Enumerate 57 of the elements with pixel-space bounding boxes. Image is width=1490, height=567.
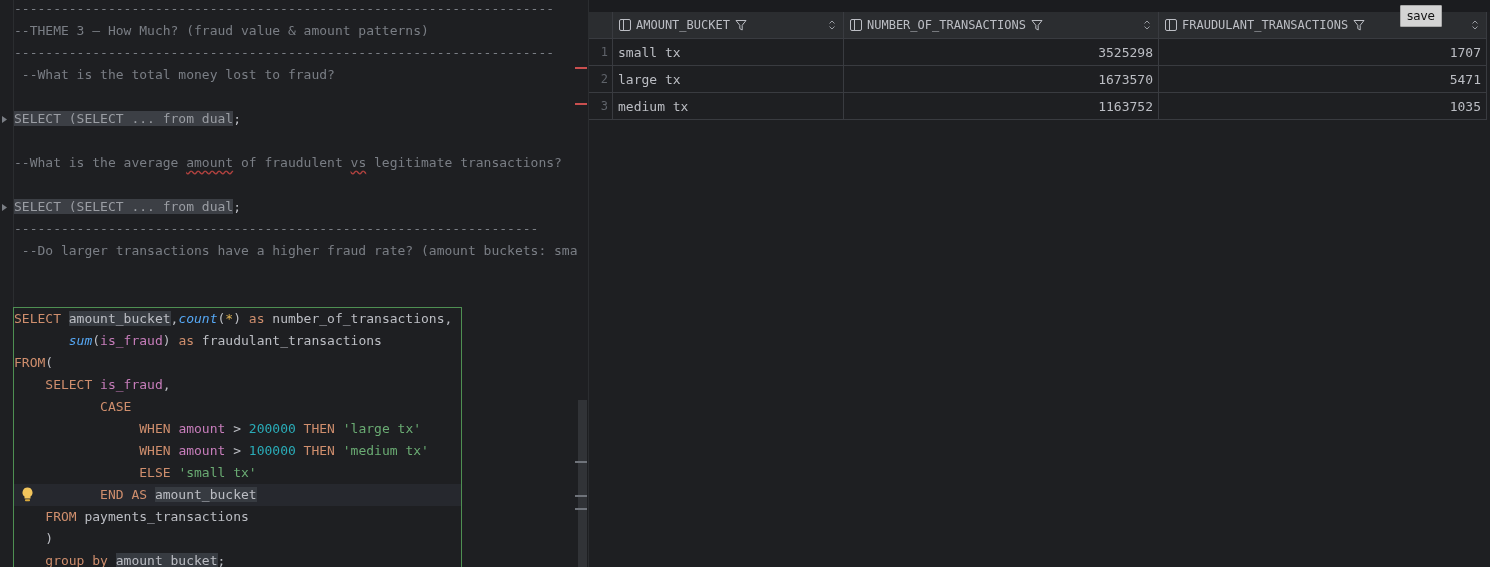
code-line: SELECT is_fraud, bbox=[44, 376, 171, 394]
sort-icon[interactable] bbox=[829, 20, 835, 30]
code-line: WHEN amount > 100000 THEN 'medium tx' bbox=[138, 442, 429, 460]
scroll-marker bbox=[575, 495, 587, 497]
code-line: sum(is_fraud) as fraudulant_transactions bbox=[67, 332, 382, 350]
code-line: SELECT amount_bucket,count(*) as number_of_transactions, bbox=[14, 310, 453, 328]
comment-line: --What is the total money lost to fraud? bbox=[20, 66, 335, 84]
table-cell: 1673570 bbox=[844, 65, 1159, 92]
column-title: NUMBER_OF_TRANSACTIONS bbox=[867, 18, 1026, 32]
code-line: ) bbox=[44, 530, 54, 548]
filter-icon[interactable] bbox=[1030, 19, 1043, 31]
table-cell: small tx bbox=[613, 38, 844, 65]
column-header[interactable]: NUMBER_OF_TRANSACTIONS bbox=[844, 12, 1159, 38]
filter-icon[interactable] bbox=[734, 19, 747, 31]
fold-arrow-icon[interactable] bbox=[2, 204, 7, 211]
filter-icon[interactable] bbox=[1353, 19, 1366, 31]
table-cell: 1035 bbox=[1159, 92, 1487, 119]
table-icon bbox=[1165, 19, 1177, 31]
code-line: SELECT (SELECT ... from dual; bbox=[14, 198, 241, 216]
column-header[interactable]: AMOUNT_BUCKET bbox=[613, 12, 844, 38]
comment-line: --------------------------------------------------------------------- bbox=[14, 44, 555, 62]
scrollbar-thumb[interactable] bbox=[578, 400, 587, 567]
code-line: END AS amount_bucket bbox=[99, 486, 257, 504]
table-icon bbox=[850, 19, 862, 31]
sort-icon[interactable] bbox=[1472, 20, 1478, 30]
error-marker bbox=[575, 67, 587, 69]
table-cell: 5471 bbox=[1159, 65, 1487, 92]
comment-line: ------------------------------------------------------------------- bbox=[14, 220, 539, 238]
code-line: ELSE 'small tx' bbox=[138, 464, 257, 482]
code-line: FROM( bbox=[14, 354, 54, 372]
scroll-marker bbox=[575, 508, 587, 510]
fold-arrow-icon[interactable] bbox=[2, 116, 7, 123]
code-line: FROM payments_transactions bbox=[44, 508, 249, 526]
table-cell: 3525298 bbox=[844, 38, 1159, 65]
save-button[interactable]: save bbox=[1399, 5, 1442, 27]
row-number: 3 bbox=[589, 92, 613, 119]
scroll-marker bbox=[575, 461, 587, 463]
column-title: FRAUDULANT_TRANSACTIONS bbox=[1182, 18, 1349, 32]
lightbulb-icon[interactable] bbox=[21, 487, 34, 502]
table-cell: medium tx bbox=[613, 92, 844, 119]
comment-line: --What is the average amount of fraudulent vs legitimate transactions? bbox=[14, 154, 562, 172]
table-cell: large tx bbox=[613, 65, 844, 92]
code-line: SELECT (SELECT ... from dual; bbox=[14, 110, 241, 128]
column-title: AMOUNT_BUCKET bbox=[636, 18, 730, 32]
row-number: 1 bbox=[589, 38, 613, 65]
code-line: group by amount_bucket; bbox=[44, 552, 226, 567]
table-icon bbox=[619, 19, 631, 31]
comment-line: --THEME 3 — How Much? (fraud value & amount patterns) bbox=[14, 22, 429, 40]
comment-line: --Do larger transactions have a higher fraud rate? (amount buckets: sma bbox=[20, 242, 578, 260]
code-line: WHEN amount > 200000 THEN 'large tx' bbox=[138, 420, 422, 438]
error-marker bbox=[575, 103, 587, 105]
row-number: 2 bbox=[589, 65, 613, 92]
sort-icon[interactable] bbox=[1144, 20, 1150, 30]
code-line: CASE bbox=[99, 398, 132, 416]
comment-line: --------------------------------------------------------------------- bbox=[14, 0, 555, 18]
table-cell: 1163752 bbox=[844, 92, 1159, 119]
table-cell: 1707 bbox=[1159, 38, 1487, 65]
